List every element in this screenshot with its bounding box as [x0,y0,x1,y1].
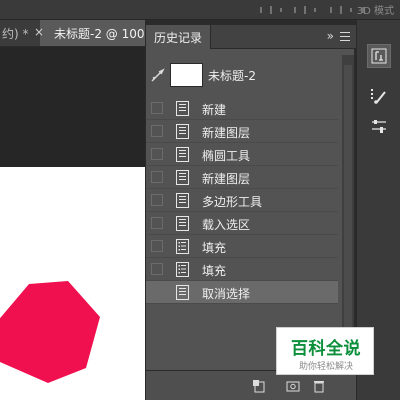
history-brush-checkbox[interactable] [151,263,163,275]
document-icon [176,101,189,116]
snapshot-label: 未标题-2 [208,69,256,83]
history-brush-checkbox[interactable] [151,125,163,137]
hexagon-shape[interactable] [0,167,145,400]
watermark-logo: 百科全说 助你轻松解决 [276,327,374,375]
snapshot-thumbnail [170,63,203,87]
tab-label: 约) * [2,26,29,41]
adjustment-sliders-icon [372,120,386,133]
history-brush-checkbox[interactable] [151,102,163,114]
history-item[interactable]: 多边形工具 [146,189,338,212]
tab-untitled-2[interactable]: 未标题-2 @ 100 [40,20,145,46]
history-icon [371,48,387,64]
new-document-from-state-icon[interactable] [252,379,266,393]
document-icon [176,285,189,300]
history-item-label: 新建图层 [202,172,251,186]
history-item-label: 取消选择 [202,287,251,301]
history-brush-checkbox[interactable] [151,194,163,206]
history-brush-checkbox[interactable] [151,286,163,298]
3d-mode-label[interactable]: 3D 模式 [357,2,394,17]
panel-header: 历史记录 » [146,25,356,49]
watermark-title: 百科全说 [291,339,361,359]
document-icon [176,124,189,139]
history-brush-checkbox[interactable] [151,217,163,229]
history-item-label: 新建 [202,103,227,117]
history-item[interactable]: 新建图层 [146,120,338,143]
scrollbar-thumb[interactable] [344,65,352,355]
history-item-label: 载入选区 [202,218,251,232]
watermark-subtitle: 助你轻松解决 [298,362,353,372]
panel-menu-icon[interactable] [340,32,350,41]
history-brush-checkbox[interactable] [151,240,163,252]
history-item[interactable]: 填充 [146,258,338,281]
history-brush-source-icon[interactable] [150,67,166,83]
close-tab-icon[interactable]: × [34,25,44,39]
document-icon [176,147,189,162]
delete-icon[interactable] [312,379,326,393]
history-list: 新建 新建图层 椭圆工具 新建图层 多边形工具 载入选区 填充 填充 取消选择 [146,97,338,304]
history-brush-checkbox[interactable] [151,171,163,183]
top-options-bar: 3D 模式 [0,0,400,20]
history-item[interactable]: 新建图层 [146,166,338,189]
history-item-label: 新建图层 [202,126,251,140]
document-area [0,47,145,400]
new-snapshot-icon[interactable] [286,379,300,393]
history-item[interactable]: 载入选区 [146,212,338,235]
history-item-label: 填充 [202,241,227,255]
document-icon [176,216,189,231]
history-panel-button[interactable] [367,44,391,68]
adjustments-button[interactable] [367,114,391,138]
history-brush-checkbox[interactable] [151,148,163,160]
history-item[interactable]: 新建 [146,97,338,120]
document-tabs: 约) * 未标题-2 @ 100 × [0,20,145,46]
history-snapshot[interactable]: 未标题-2 [146,55,342,95]
history-item-selected[interactable]: 取消选择 [146,281,338,304]
history-item-label: 填充 [202,264,227,278]
brush-presets-icon [371,89,386,104]
history-panel-tab[interactable]: 历史记录 [146,25,212,49]
canvas[interactable] [0,167,145,400]
history-item-label: 椭圆工具 [202,149,251,163]
history-item[interactable]: 填充 [146,235,338,258]
document-icon [176,170,189,185]
brush-presets-button[interactable] [367,84,391,108]
alignment-icons [260,6,364,14]
list-document-icon [176,262,189,277]
document-icon [176,193,189,208]
collapse-panel-icon[interactable]: » [327,29,334,43]
history-item-label: 多边形工具 [202,195,263,209]
list-document-icon [176,239,189,254]
history-item[interactable]: 椭圆工具 [146,143,338,166]
tab-label: 未标题-2 @ 100 [54,26,145,41]
